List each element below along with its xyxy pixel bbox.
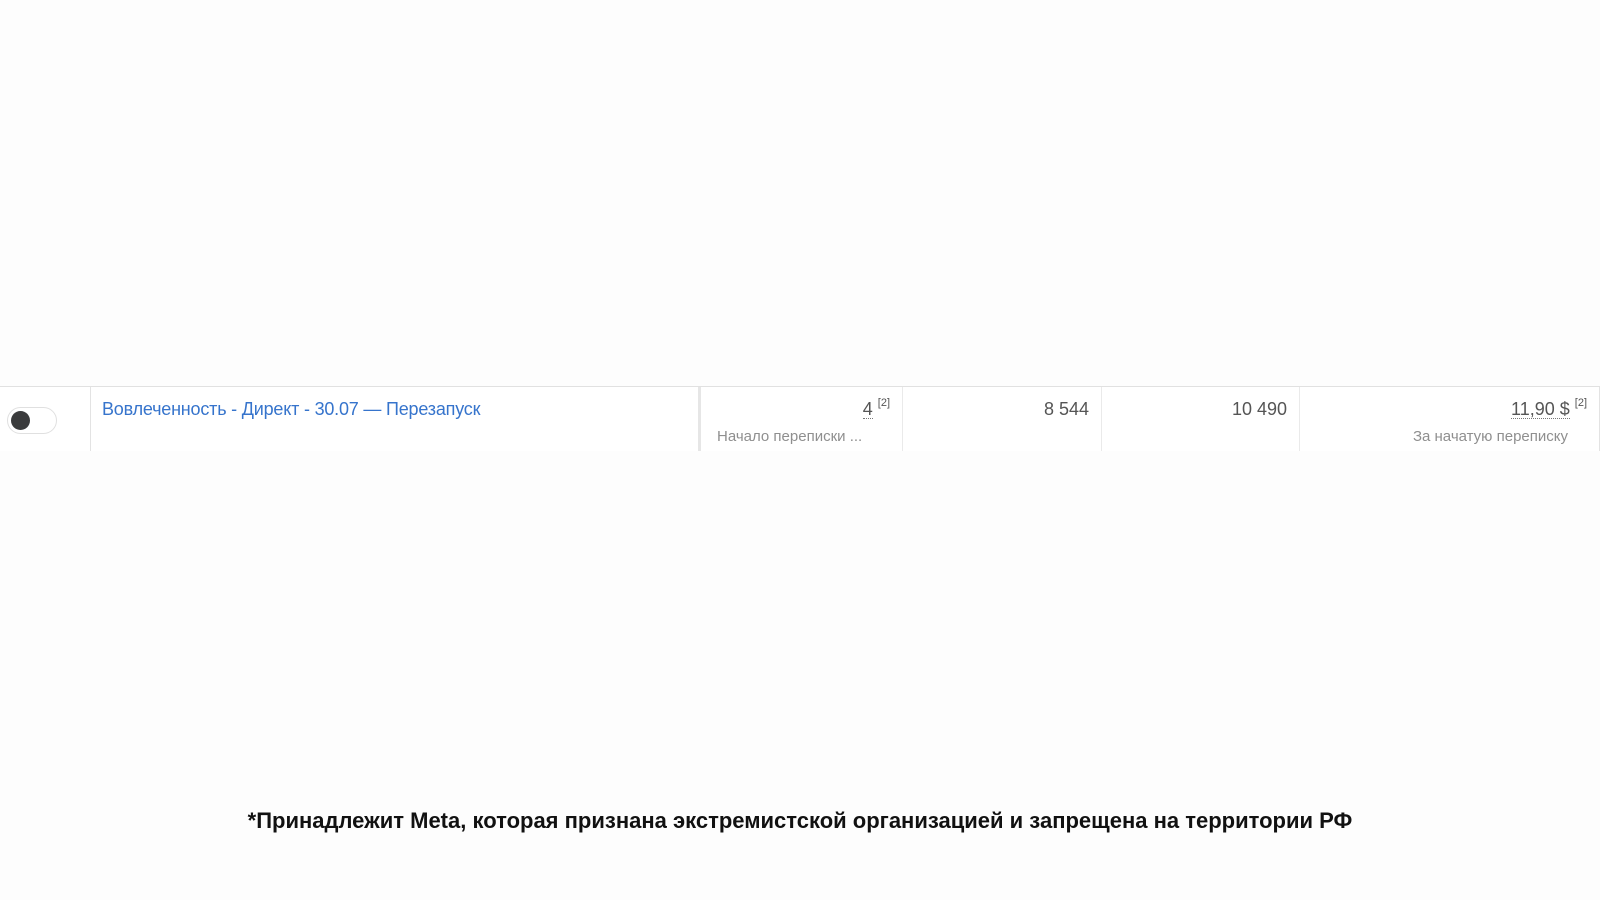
ad-table-row: Вовлеченность - Директ - 30.07 — Перезап…	[0, 386, 1600, 451]
toggle-cell	[0, 387, 91, 451]
cost-value-group: 11,90 $ [2]	[1511, 397, 1587, 420]
results-cell: 4 [2] Начало переписки ...	[701, 387, 903, 451]
cost-per-result-label: За начатую переписку	[1412, 428, 1568, 445]
disclaimer-text: *Принадлежит Meta, которая признана экст…	[247, 808, 1353, 833]
cost-per-result-cell: 11,90 $ [2] За начатую переписку	[1300, 387, 1600, 451]
cost-per-result-value[interactable]: 11,90 $	[1511, 400, 1570, 419]
cost-footnote: [2]	[1574, 397, 1587, 409]
ad-name-link[interactable]: Вовлеченность - Директ - 30.07 — Перезап…	[102, 399, 480, 420]
results-type-label: Начало переписки ...	[717, 428, 863, 445]
ad-status-toggle[interactable]	[7, 407, 57, 434]
toggle-knob	[11, 411, 30, 430]
reach-value: 8 544	[1043, 399, 1089, 419]
impressions-cell: 10 490	[1102, 387, 1300, 451]
results-footnote: [2]	[877, 397, 890, 409]
results-value[interactable]: 4	[862, 400, 873, 419]
ad-name-cell: Вовлеченность - Директ - 30.07 — Перезап…	[91, 387, 701, 451]
reach-cell: 8 544	[903, 387, 1102, 451]
results-value-group: 4 [2]	[862, 397, 890, 420]
impressions-value: 10 490	[1231, 399, 1287, 419]
